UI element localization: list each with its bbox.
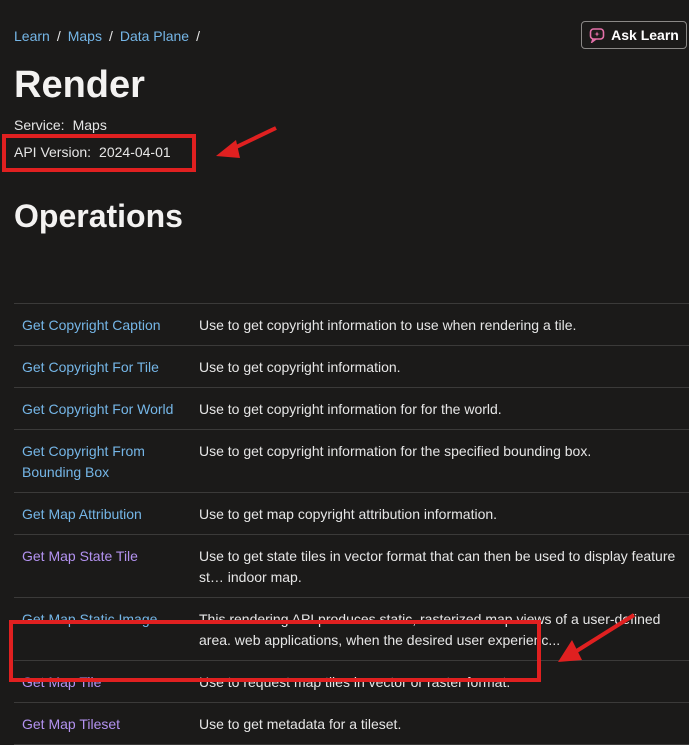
annotation-arrows — [216, 126, 636, 662]
arrow-icon — [216, 126, 277, 158]
arrow-icon — [558, 613, 636, 662]
